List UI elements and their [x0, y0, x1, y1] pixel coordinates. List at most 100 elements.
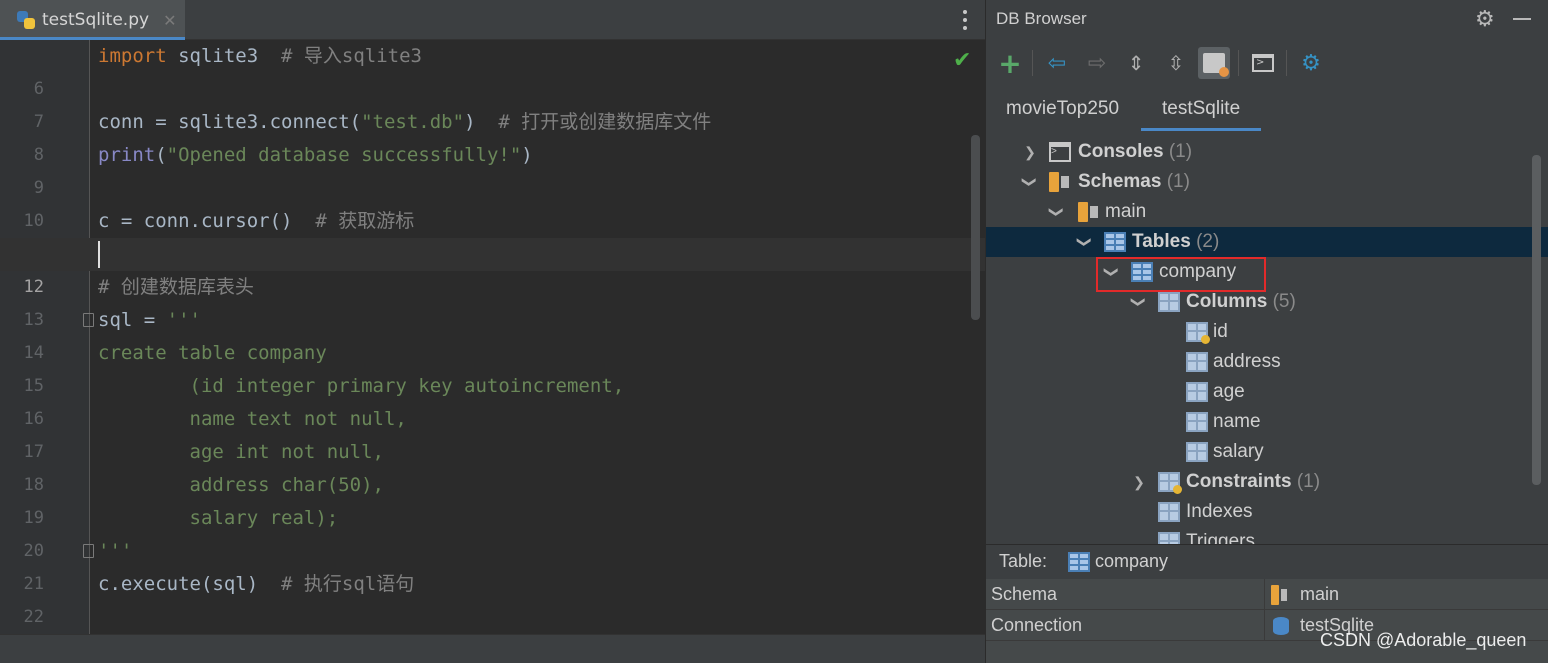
- tab-testsqlite[interactable]: testSqlite: [1162, 98, 1240, 120]
- options-gear-icon[interactable]: ⚙: [1295, 47, 1327, 79]
- current-code-line: 12: [0, 238, 985, 297]
- tree-count: (1): [1166, 171, 1190, 192]
- tree-node-constraints[interactable]: ❯ Constraints (1): [986, 467, 1548, 497]
- editor-scrollbar[interactable]: [971, 135, 980, 320]
- chevron-right-icon[interactable]: ❯: [1131, 467, 1147, 497]
- tree-count: (5): [1272, 291, 1296, 312]
- settings-gear-icon[interactable]: ⚙: [1475, 7, 1495, 32]
- code-editor: testSqlite.py ✕ 6 import sqlite3 # 导入sql…: [0, 0, 985, 663]
- collapse-all-icon[interactable]: ⇳: [1160, 47, 1192, 79]
- code-string: address char(50),: [98, 474, 384, 496]
- code-string: "test.db": [361, 111, 465, 133]
- tree-node-columns[interactable]: ❯ Columns (5): [986, 287, 1548, 317]
- navigate-back-icon[interactable]: ⇦: [1041, 47, 1073, 79]
- code-comment: # 导入sqlite3: [281, 45, 422, 67]
- close-icon[interactable]: ✕: [163, 11, 176, 30]
- show-properties-icon[interactable]: [1198, 47, 1230, 79]
- navigate-forward-icon[interactable]: ⇨: [1081, 47, 1113, 79]
- code-line: 10: [0, 172, 985, 231]
- tree-node-triggers[interactable]: Triggers: [986, 527, 1548, 544]
- indexes-icon: [1158, 502, 1180, 522]
- minimize-icon[interactable]: [1513, 18, 1531, 20]
- chevron-down-icon[interactable]: ❯: [1070, 234, 1100, 250]
- tree-count: (1): [1296, 471, 1321, 492]
- code-line: 16 (id integer primary key autoincrement…: [0, 370, 985, 429]
- tree-label: Tables: [1132, 231, 1191, 252]
- tree-label: Constraints: [1186, 471, 1292, 492]
- tree-node-column-address[interactable]: address: [986, 347, 1548, 377]
- add-connection-icon[interactable]: +: [994, 47, 1026, 80]
- fold-marker-icon[interactable]: [83, 544, 94, 558]
- db-toolbar: + ⇦ ⇨ ⇕ ⇳ > ⚙: [986, 44, 1548, 82]
- editor-tab-bar: testSqlite.py ✕: [0, 0, 985, 40]
- code-line: 14 sql = ''': [0, 304, 985, 363]
- chevron-down-icon[interactable]: ❯: [1015, 174, 1045, 190]
- chevron-down-icon[interactable]: ❯: [1124, 294, 1154, 310]
- code-string: salary real);: [98, 507, 339, 529]
- code-string: (id integer primary key autoincrement,: [98, 375, 625, 397]
- more-options-icon[interactable]: [958, 8, 972, 32]
- tree-node-consoles[interactable]: ❯ > Consoles (1): [986, 137, 1548, 167]
- code-area[interactable]: 6 import sqlite3 # 导入sqlite3 7 8 conn = …: [0, 40, 985, 660]
- code-line: 13 # 创建数据库表头: [0, 271, 985, 330]
- code-line: 21 ''': [0, 535, 985, 594]
- text-caret: [98, 241, 100, 268]
- properties-row: Schema main: [986, 579, 1548, 610]
- console-icon: >: [1049, 142, 1071, 162]
- tree-label: main: [1105, 201, 1147, 222]
- tree-node-column-name[interactable]: name: [986, 407, 1548, 437]
- tree-node-indexes[interactable]: Indexes: [986, 497, 1548, 527]
- tree-node-column-salary[interactable]: salary: [986, 437, 1548, 467]
- constraints-icon: [1158, 472, 1182, 494]
- python-file-icon: [16, 10, 36, 30]
- code-string: ''': [98, 540, 133, 562]
- active-tab-indicator: [1141, 128, 1261, 131]
- chevron-right-icon[interactable]: ❯: [1022, 137, 1038, 167]
- code-token: ): [464, 111, 499, 133]
- schemas-icon: [1049, 172, 1071, 192]
- database-icon: [1273, 617, 1289, 635]
- code-token: import: [98, 45, 167, 67]
- properties-header: Table: company: [986, 545, 1548, 579]
- properties-header-label: Table:: [999, 551, 1048, 571]
- tree-node-tables[interactable]: ❯ Tables (2): [986, 227, 1548, 257]
- code-string: "Opened database successfully!": [166, 144, 522, 166]
- expand-all-icon[interactable]: ⇕: [1120, 47, 1152, 79]
- tree-node-company[interactable]: ❯ company: [986, 257, 1548, 287]
- triggers-icon: [1158, 532, 1180, 544]
- file-tab-testsqlite[interactable]: testSqlite.py ✕: [0, 0, 185, 40]
- tree-label: Indexes: [1186, 501, 1253, 522]
- code-line: 6 import sqlite3 # 导入sqlite3: [0, 40, 985, 99]
- tree-count: (1): [1168, 141, 1193, 162]
- code-token: sql =: [98, 309, 167, 331]
- code-token: print: [98, 144, 156, 166]
- code-string: create table company: [98, 342, 327, 364]
- connection-tabs: movieTop250 testSqlite: [986, 90, 1548, 132]
- fold-marker-icon[interactable]: [83, 313, 94, 327]
- properties-header-value: company: [1095, 551, 1169, 571]
- code-comment: # 获取游标: [315, 210, 415, 232]
- code-line: 11 c = conn.cursor() # 获取游标: [0, 205, 985, 264]
- db-browser-panel: DB Browser ⚙ + ⇦ ⇨ ⇕ ⇳ > ⚙ movieTop250 t…: [985, 0, 1548, 663]
- editor-bottom-strip: [0, 634, 985, 663]
- tree-node-column-age[interactable]: age: [986, 377, 1548, 407]
- tree-node-schemas[interactable]: ❯ Schemas (1): [986, 167, 1548, 197]
- tree-label: Schemas: [1078, 171, 1162, 192]
- tree-node-main[interactable]: ❯ main: [986, 197, 1548, 227]
- chevron-down-icon[interactable]: ❯: [1042, 204, 1072, 220]
- code-line: 23: [0, 601, 985, 660]
- open-console-icon[interactable]: >: [1247, 47, 1279, 79]
- tree-scrollbar[interactable]: [1532, 155, 1541, 485]
- tree-label: name: [1213, 411, 1261, 432]
- code-token: c = conn.cursor(): [98, 210, 316, 232]
- tree-label: id: [1213, 321, 1228, 342]
- code-comment: # 打开或创建数据库文件: [498, 111, 712, 133]
- code-token: (: [155, 144, 167, 166]
- code-line: 18 age int not null,: [0, 436, 985, 495]
- tab-movietop250[interactable]: movieTop250: [1006, 98, 1119, 120]
- tree-label: salary: [1213, 441, 1264, 462]
- column-icon: [1186, 442, 1208, 462]
- column-icon: [1186, 352, 1208, 372]
- inspection-ok-check-icon[interactable]: ✔: [953, 48, 971, 73]
- tree-node-column-id[interactable]: id: [986, 317, 1548, 347]
